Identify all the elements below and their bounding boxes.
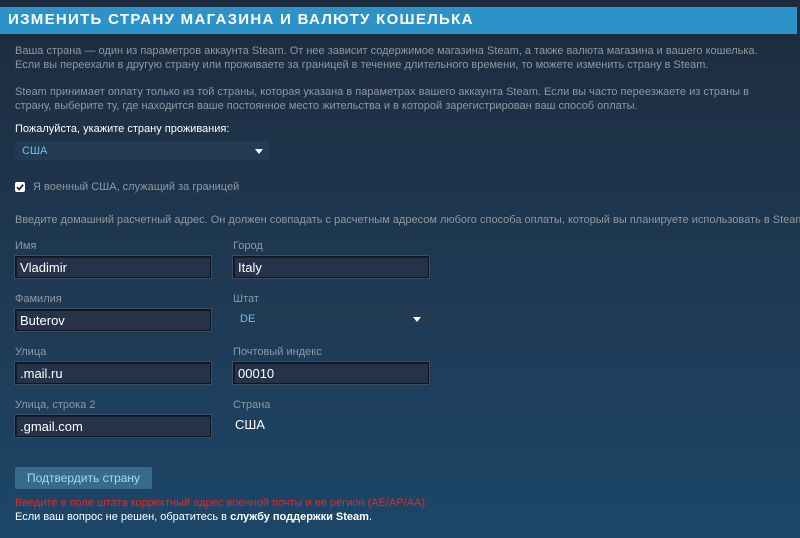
last-name-input[interactable] <box>15 309 211 331</box>
street-label: Улица <box>15 346 47 358</box>
state-label: Штат <box>233 293 259 305</box>
page-title: ИЗМЕНИТЬ СТРАНУ МАГАЗИНА И ВАЛЮТУ КОШЕЛЬ… <box>8 11 474 28</box>
intro-paragraph-2: Steam принимает оплату только из той стр… <box>15 86 749 112</box>
address-hint: Введите домашний расчетный адрес. Он дол… <box>15 214 800 226</box>
postal-code-input[interactable] <box>233 362 429 384</box>
first-name-label: Имя <box>15 240 37 252</box>
postal-code-label: Почтовый индекс <box>233 346 322 358</box>
first-name-input[interactable] <box>15 256 211 278</box>
city-label: Город <box>233 240 263 252</box>
street2-input[interactable] <box>15 415 211 437</box>
country-label: Страна <box>233 399 271 411</box>
support-text: Если ваш вопрос не решен, обратитесь в с… <box>15 511 372 523</box>
residence-country-select[interactable]: США <box>15 141 270 160</box>
confirm-country-button[interactable]: Подтвердить страну <box>15 467 152 489</box>
chevron-down-icon <box>413 317 421 322</box>
state-value: DE <box>240 313 256 325</box>
last-name-label: Фамилия <box>15 293 62 305</box>
chevron-down-icon <box>255 149 263 154</box>
error-message: Введите в поле штата корректный адрес во… <box>15 497 429 509</box>
country-value: США <box>235 417 265 432</box>
military-checkbox-label: Я военный США, служащий за границей <box>33 181 240 193</box>
city-input[interactable] <box>233 256 429 278</box>
military-checkbox[interactable] <box>15 182 25 192</box>
residence-country-value: США <box>22 145 48 157</box>
support-link[interactable]: службу поддержки Steam <box>230 511 369 523</box>
street-input[interactable] <box>15 362 211 384</box>
checkmark-icon <box>16 184 24 191</box>
state-select[interactable]: DE <box>233 308 429 329</box>
intro-paragraph-1: Ваша страна — один из параметров аккаунт… <box>15 45 758 71</box>
support-suffix: . <box>368 511 372 523</box>
residence-label: Пожалуйста, укажите страну проживания: <box>15 123 230 135</box>
support-prefix: Если ваш вопрос не решен, обратитесь в <box>15 511 231 523</box>
page-header: ИЗМЕНИТЬ СТРАНУ МАГАЗИНА И ВАЛЮТУ КОШЕЛЬ… <box>0 7 797 34</box>
street2-label: Улица, строка 2 <box>15 399 96 411</box>
